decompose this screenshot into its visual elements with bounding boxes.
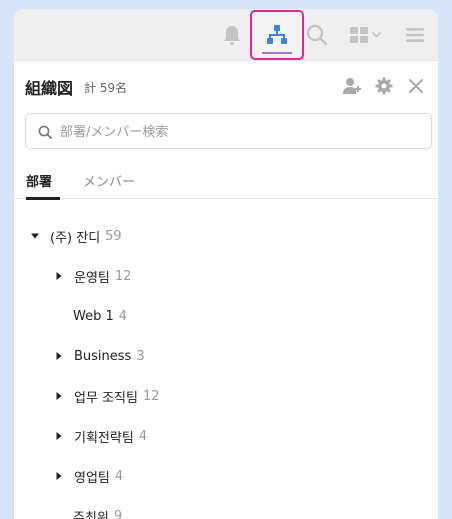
caret-right-icon[interactable] <box>54 431 64 441</box>
tree-item-count: 12 <box>114 268 132 284</box>
tree-item-web1[interactable]: Web 1 4 <box>73 304 127 328</box>
tree-item-label: 업무 조직팀 <box>74 390 138 406</box>
tree-item-sales[interactable]: 영업팀 4 <box>54 464 123 488</box>
tree-item-count: 12 <box>142 388 160 404</box>
tree-item-label: 기획전략팀 <box>74 430 134 446</box>
tree-item-label: 주최위 <box>73 510 109 519</box>
caret-right-icon[interactable] <box>54 351 64 361</box>
caret-right-icon[interactable] <box>54 271 64 281</box>
tree-item-count: 9 <box>113 508 123 519</box>
org-chart-icon <box>266 24 288 46</box>
top-toolbar <box>14 9 438 61</box>
panel-header: 組織図 計 59名 <box>14 73 438 101</box>
tree-item-label: 운영팀 <box>74 270 110 286</box>
add-member-icon[interactable] <box>342 76 362 96</box>
search-box <box>25 113 432 149</box>
tree-item-operations[interactable]: 운영팀 12 <box>54 264 131 288</box>
tree-item-partial[interactable]: 주최위 9 <box>73 504 122 519</box>
tree-item-label: 영업팀 <box>74 470 110 486</box>
caret-right-icon[interactable] <box>54 391 64 401</box>
caret-right-icon[interactable] <box>54 471 64 481</box>
org-chart-panel: 組織図 計 59名 部署/メンバー検索 部署 メンバー (주) 잔디 59 운영… <box>14 9 438 519</box>
tab-bar: 部署 メンバー <box>14 165 438 200</box>
search-input[interactable] <box>60 121 420 143</box>
member-count: 計 59名 <box>84 81 128 95</box>
tree-item-label: Web 1 <box>73 308 114 324</box>
active-indicator <box>262 52 292 54</box>
tab-departments[interactable]: 部署 <box>26 171 60 200</box>
bell-icon[interactable] <box>220 23 244 47</box>
close-icon[interactable] <box>406 76 426 96</box>
page-title: 組織図 <box>25 79 74 98</box>
tree-item-strategy[interactable]: 기획전략팀 4 <box>54 424 147 448</box>
menu-icon[interactable] <box>403 23 427 47</box>
gear-icon[interactable] <box>374 76 394 96</box>
search-icon[interactable] <box>305 23 329 47</box>
tree-item-count: 59 <box>105 228 122 244</box>
tree-item-count: 4 <box>114 468 124 484</box>
tree-item-label: (주) 잔디 <box>50 230 101 246</box>
tree-item-business[interactable]: Business 3 <box>54 344 145 368</box>
tree-item-work-org[interactable]: 업무 조직팀 12 <box>54 384 159 408</box>
org-chart-button[interactable] <box>250 10 304 60</box>
tree-item-count: 4 <box>138 428 148 444</box>
tree-root-item[interactable]: (주) 잔디 59 <box>30 224 122 248</box>
tree-item-label: Business <box>74 348 132 364</box>
tab-members[interactable]: メンバー <box>83 171 135 199</box>
tree-item-count: 4 <box>118 308 128 324</box>
caret-down-icon[interactable] <box>30 231 40 241</box>
apps-grid-icon[interactable] <box>348 23 388 47</box>
tree-item-count: 3 <box>136 348 145 364</box>
